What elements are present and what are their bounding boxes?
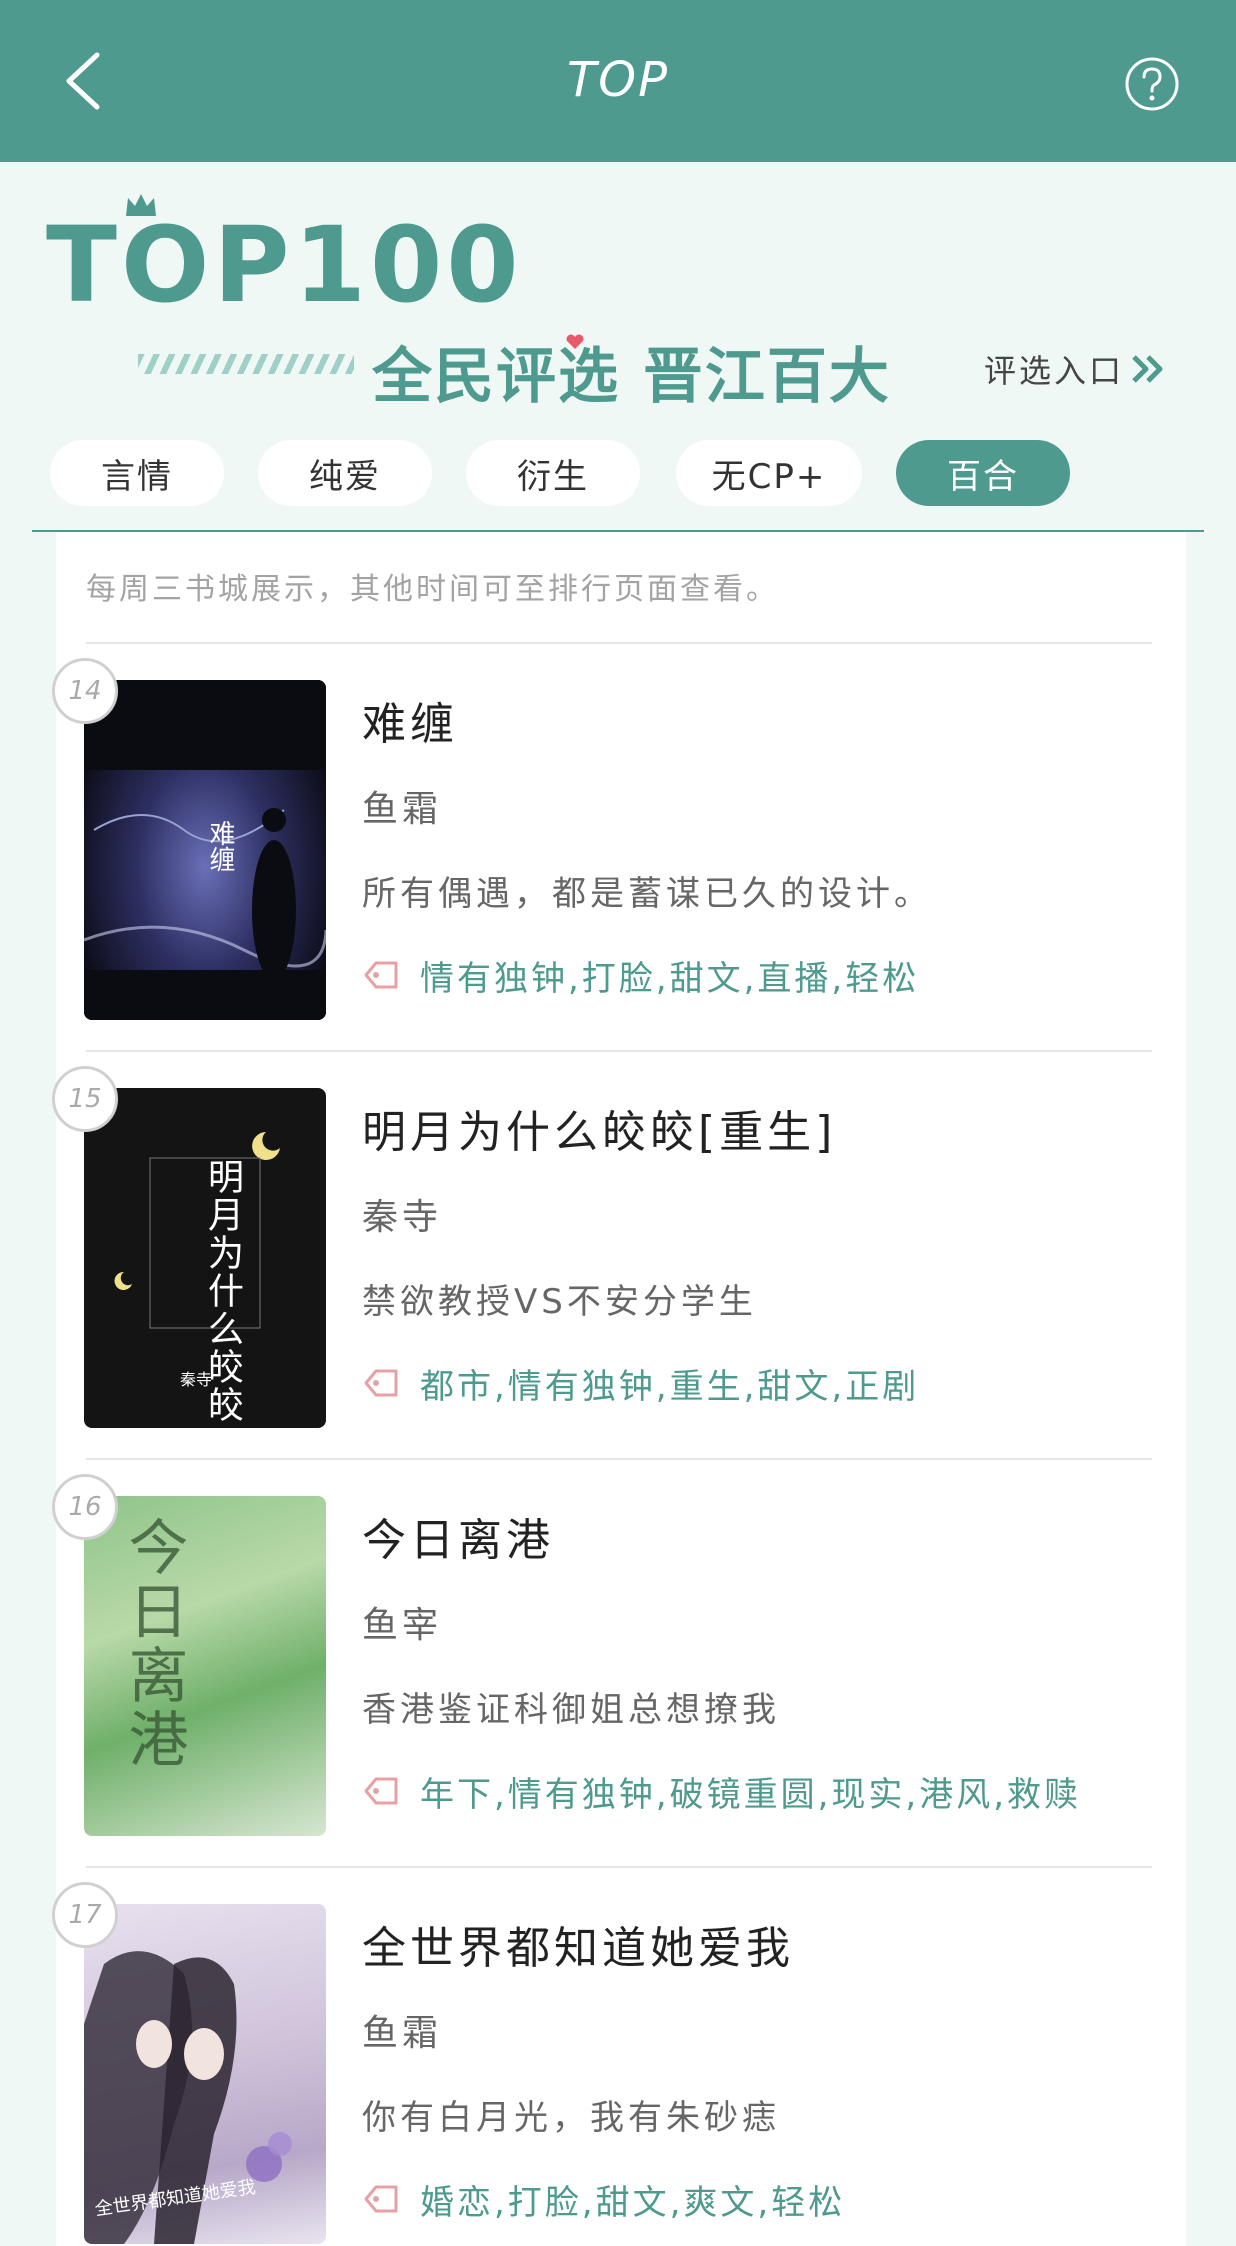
tags-text: 婚恋,打脸,甜文,爽文,轻松 — [420, 2182, 846, 2223]
book-item[interactable]: 难缠 14 难缠 鱼霜 所有偶遇，都是蓄谋已久的设计。 情有独钟,打脸,甜文,直… — [52, 644, 1186, 1052]
book-description: 禁欲教授VS不安分学生 — [362, 1282, 757, 1322]
book-description: 所有偶遇，都是蓄谋已久的设计。 — [362, 874, 932, 914]
double-chevron-right-icon — [1130, 353, 1166, 385]
top100-logo: TOP100 — [46, 204, 523, 326]
rank-badge: 14 — [52, 658, 118, 724]
tags-text: 年下,情有独钟,破镜重圆,现实,港风,救赎 — [420, 1774, 1082, 1815]
book-cover[interactable]: 明月为什么皎皎 秦寺 — [84, 1088, 326, 1428]
vote-entry-label: 评选入口 — [984, 352, 1125, 390]
help-button[interactable] — [1124, 56, 1180, 112]
cover-title: 今日离港 — [118, 1516, 188, 1772]
book-item[interactable]: 全世界都知道她爱我 17 全世界都知道她爱我 鱼霜 你有白月光，我有朱砂痣 婚恋… — [52, 1868, 1186, 2246]
book-tags: 年下,情有独钟,破镜重圆,现实,港风,救赎 — [362, 1766, 1081, 1816]
book-tags: 情有独钟,打脸,甜文,直播,轻松 — [362, 950, 919, 1000]
question-circle-icon — [1125, 57, 1179, 111]
book-cover[interactable]: 难缠 — [84, 680, 326, 1020]
cover-author: 秦寺 — [180, 1370, 213, 1389]
tab-wucp[interactable]: 无CP+ — [676, 440, 862, 506]
book-item[interactable]: 明月为什么皎皎 秦寺 15 明月为什么皎皎[重生] 秦寺 禁欲教授VS不安分学生… — [52, 1052, 1186, 1460]
vote-entry-link[interactable]: 评选入口 — [984, 346, 1166, 392]
tags-text: 都市,情有独钟,重生,甜文,正剧 — [420, 1366, 920, 1407]
rank-badge: 15 — [52, 1066, 118, 1132]
slogan: 全民评选 晋江百大 — [372, 342, 891, 412]
book-tags: 婚恋,打脸,甜文,爽文,轻松 — [362, 2174, 845, 2224]
ranking-list-panel: 每周三书城展示，其他时间可至排行页面查看。 难缠 14 难缠 鱼霜 所有偶遇，都… — [52, 532, 1186, 2246]
tags-text: 情有独钟,打脸,甜文,直播,轻松 — [420, 958, 920, 999]
category-tabs: 言情 纯爱 衍生 无CP+ 百合 — [50, 440, 1190, 506]
tab-yanqing[interactable]: 言情 — [50, 440, 224, 506]
cover-title: 难缠 — [205, 820, 235, 872]
book-description: 香港鉴证科御姐总想撩我 — [362, 1690, 780, 1730]
book-cover[interactable]: 全世界都知道她爱我 — [84, 1904, 326, 2244]
top-nav-bar: TOP — [0, 0, 1236, 162]
book-title[interactable]: 难缠 — [362, 688, 458, 752]
book-tags: 都市,情有独钟,重生,甜文,正剧 — [362, 1358, 919, 1408]
book-author[interactable]: 鱼霜 — [362, 780, 442, 832]
crown-icon — [126, 194, 156, 216]
tag-icon — [364, 1777, 398, 1805]
book-title[interactable]: 明月为什么皎皎[重生] — [362, 1096, 836, 1160]
heart-icon — [566, 334, 584, 349]
rank-badge: 17 — [52, 1882, 118, 1948]
tag-icon — [364, 1369, 398, 1397]
book-title[interactable]: 今日离港 — [362, 1504, 554, 1568]
rank-badge: 16 — [52, 1474, 118, 1540]
tag-icon — [364, 961, 398, 989]
book-author[interactable]: 鱼霜 — [362, 2004, 442, 2056]
tab-chunai[interactable]: 纯爱 — [258, 440, 432, 506]
page-title: TOP — [566, 52, 670, 108]
book-cover[interactable]: 今日离港 — [84, 1496, 326, 1836]
book-description: 你有白月光，我有朱砂痣 — [362, 2098, 780, 2138]
tab-yansheng[interactable]: 衍生 — [466, 440, 640, 506]
notice-text: 每周三书城展示，其他时间可至排行页面查看。 — [86, 572, 779, 607]
tag-icon — [364, 2185, 398, 2213]
tab-baihe[interactable]: 百合 — [896, 440, 1070, 506]
book-author[interactable]: 秦寺 — [362, 1188, 442, 1240]
book-author[interactable]: 鱼宰 — [362, 1596, 442, 1648]
book-title[interactable]: 全世界都知道她爱我 — [362, 1912, 794, 1976]
book-item[interactable]: 今日离港 16 今日离港 鱼宰 香港鉴证科御姐总想撩我 年下,情有独钟,破镜重圆… — [52, 1460, 1186, 1868]
decorative-stripes — [138, 354, 354, 374]
